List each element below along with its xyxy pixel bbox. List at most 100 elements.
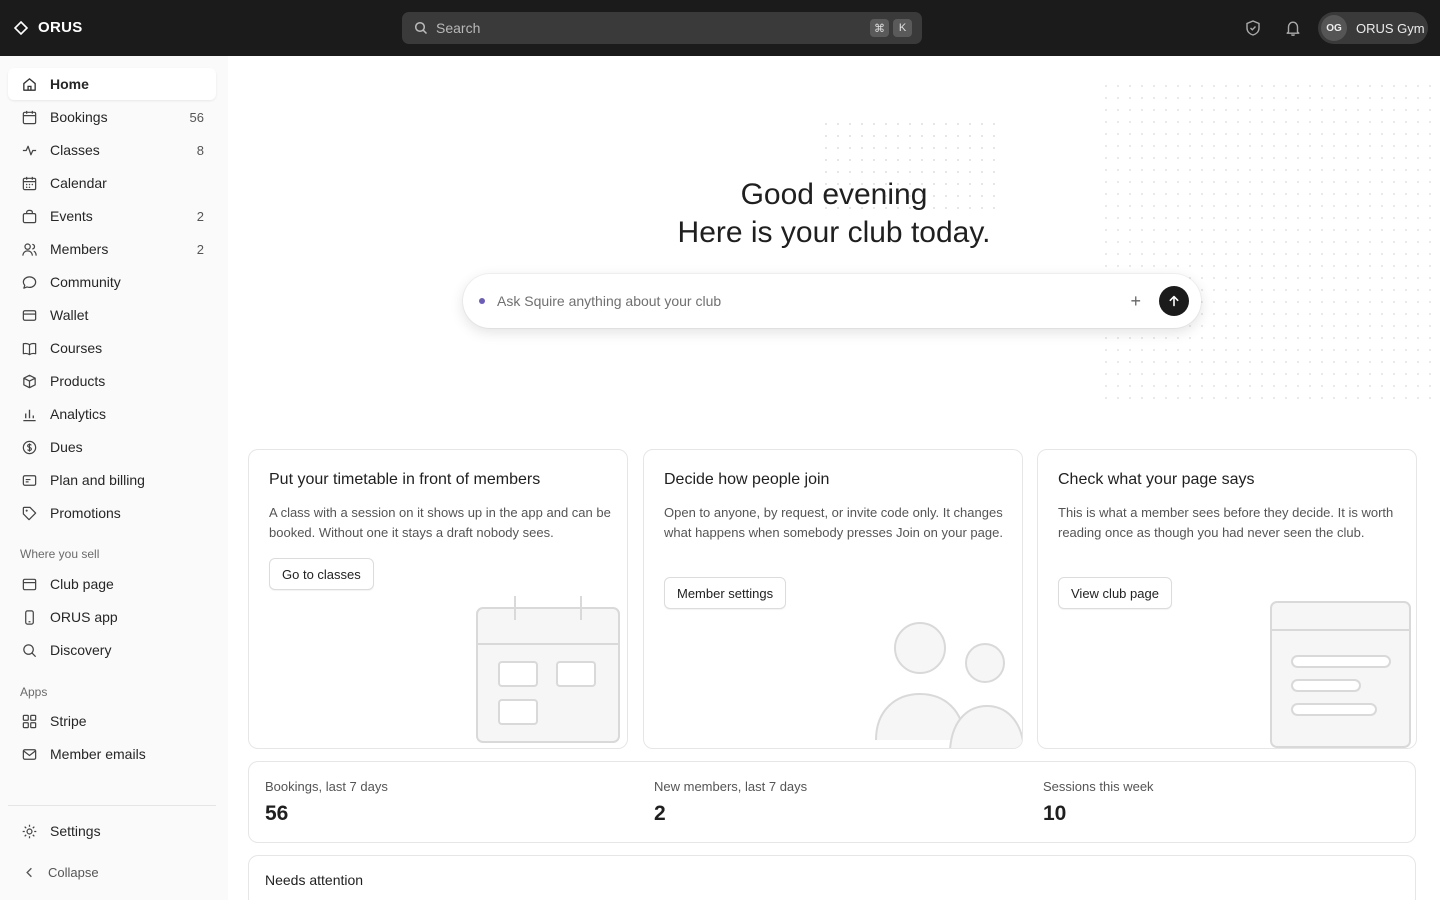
activity-icon bbox=[20, 141, 38, 159]
sidebar-item-products[interactable]: Products bbox=[8, 365, 216, 397]
stat-value: 10 bbox=[1043, 802, 1067, 825]
box-icon bbox=[20, 372, 38, 390]
sidebar-item-label: Events bbox=[50, 208, 93, 224]
sidebar-item-label: Courses bbox=[50, 340, 103, 356]
sidebar-item-plan-and-billing[interactable]: Plan and billing bbox=[8, 464, 216, 496]
sidebar-item-bookings[interactable]: Bookings 56 bbox=[8, 101, 216, 133]
stat-label: Bookings, last 7 days bbox=[265, 779, 388, 794]
sidebar-item-count: 56 bbox=[189, 109, 204, 125]
sidebar-item-label: Club page bbox=[50, 576, 114, 592]
stat-value: 56 bbox=[265, 802, 289, 825]
sidebar-item-wallet[interactable]: Wallet bbox=[8, 299, 216, 331]
sidebar-item-label: ORUS app bbox=[50, 609, 118, 625]
card-description: This is what a member sees before they d… bbox=[1058, 505, 1394, 540]
browser-icon bbox=[20, 575, 38, 593]
shortcut-key-k: K bbox=[893, 19, 912, 37]
sidebar-item-home[interactable]: Home bbox=[8, 68, 216, 100]
collapse-button[interactable]: Collapse bbox=[8, 856, 216, 888]
search-input[interactable]: Search ⌘ K bbox=[402, 12, 922, 44]
sidebar-item-label: Member emails bbox=[50, 746, 146, 762]
sidebar-item-label: Discovery bbox=[50, 642, 112, 658]
view-club-page-button[interactable]: View club page bbox=[1058, 577, 1172, 609]
sidebar-item-label: Community bbox=[50, 274, 121, 290]
chevron-left-icon bbox=[20, 863, 38, 881]
sidebar-divider bbox=[8, 805, 216, 806]
sidebar-item-label: Bookings bbox=[50, 109, 108, 125]
needs-attention-panel: Needs attention bbox=[248, 855, 1416, 900]
sidebar-item-count: 2 bbox=[196, 241, 204, 257]
go-to-classes-button[interactable]: Go to classes bbox=[269, 558, 374, 590]
sidebar-item-club-page[interactable]: Club page bbox=[8, 568, 216, 600]
sidebar-item-count: 8 bbox=[196, 142, 204, 158]
sidebar-item-label: Home bbox=[50, 76, 89, 92]
account-menu[interactable]: OG ORUS Gym bbox=[1318, 12, 1428, 44]
sidebar-item-label: Products bbox=[50, 373, 106, 389]
sidebar-item-label: Analytics bbox=[50, 406, 107, 422]
stat-bookings: Bookings, last 7 days 56 bbox=[265, 779, 388, 826]
sidebar-item-orus-app[interactable]: ORUS app bbox=[8, 601, 216, 633]
sidebar-item-discovery[interactable]: Discovery bbox=[8, 634, 216, 666]
section-label-apps: Apps bbox=[20, 685, 48, 699]
bar-chart-icon bbox=[20, 405, 38, 423]
sidebar-item-label: Stripe bbox=[50, 713, 87, 729]
greeting-line-1: Good evening bbox=[740, 178, 928, 211]
stat-label: New members, last 7 days bbox=[654, 779, 808, 794]
ask-squire-input[interactable]: Ask Squire anything about your club + bbox=[463, 274, 1201, 328]
send-button[interactable] bbox=[1159, 286, 1189, 316]
account-name: ORUS Gym bbox=[1356, 20, 1425, 36]
sidebar-item-courses[interactable]: Courses bbox=[8, 332, 216, 364]
bell-icon[interactable] bbox=[1284, 19, 1302, 37]
tag-icon bbox=[20, 504, 38, 522]
sidebar-item-label: Classes bbox=[50, 142, 100, 158]
greeting: Good evening Here is your club today. bbox=[228, 176, 1440, 252]
sidebar-item-promotions[interactable]: Promotions bbox=[8, 497, 216, 529]
billing-icon bbox=[20, 471, 38, 489]
users-icon bbox=[20, 240, 38, 258]
card-description: Open to anyone, by request, or invite co… bbox=[664, 505, 1003, 540]
chat-icon bbox=[20, 273, 38, 291]
home-icon bbox=[20, 75, 38, 93]
sidebar-item-community[interactable]: Community bbox=[8, 266, 216, 298]
stat-new-members: New members, last 7 days 2 bbox=[654, 779, 807, 826]
diamond-icon bbox=[14, 20, 28, 35]
sidebar: Home Bookings 56 Classes 8 Calendar Even… bbox=[0, 56, 228, 900]
sidebar-item-calendar[interactable]: Calendar bbox=[8, 167, 216, 199]
sidebar-item-label: Settings bbox=[50, 823, 101, 839]
sidebar-item-classes[interactable]: Classes 8 bbox=[8, 134, 216, 166]
member-settings-button[interactable]: Member settings bbox=[664, 577, 787, 609]
sidebar-item-dues[interactable]: Dues bbox=[8, 431, 216, 463]
sidebar-item-events[interactable]: Events 2 bbox=[8, 200, 216, 232]
sidebar-item-label: Members bbox=[50, 241, 109, 257]
dollar-icon bbox=[20, 438, 38, 456]
sidebar-item-label: Wallet bbox=[50, 307, 89, 323]
people-illustration bbox=[875, 622, 1022, 748]
card-title: Put your timetable in front of members bbox=[269, 471, 541, 488]
card-description: A class with a session on it shows up in… bbox=[269, 505, 611, 540]
top-bar: ORUS Search ⌘ K OG ORUS Gym bbox=[0, 0, 1440, 56]
sidebar-item-analytics[interactable]: Analytics bbox=[8, 398, 216, 430]
calendar-grid-icon bbox=[20, 174, 38, 192]
avatar: OG bbox=[1321, 15, 1347, 41]
stat-value: 2 bbox=[654, 802, 666, 825]
sidebar-item-member-emails[interactable]: Member emails bbox=[8, 738, 216, 770]
sidebar-item-members[interactable]: Members 2 bbox=[8, 233, 216, 265]
stat-sessions: Sessions this week 10 bbox=[1043, 779, 1154, 826]
card-club-page: Check what your page says This is what a… bbox=[1037, 449, 1417, 749]
sidebar-item-stripe[interactable]: Stripe bbox=[8, 705, 216, 737]
sidebar-item-label: Calendar bbox=[50, 175, 107, 191]
bag-icon bbox=[20, 207, 38, 225]
sidebar-item-label: Dues bbox=[50, 439, 83, 455]
shield-icon[interactable] bbox=[1244, 19, 1262, 37]
app-logo[interactable]: ORUS bbox=[14, 19, 83, 36]
sidebar-item-count: 2 bbox=[196, 208, 204, 224]
app-name: ORUS bbox=[38, 19, 83, 36]
gear-icon bbox=[20, 822, 38, 840]
sidebar-item-label: Promotions bbox=[50, 505, 121, 521]
calendar-illustration bbox=[476, 596, 620, 743]
search-icon bbox=[414, 21, 428, 35]
plus-icon[interactable]: + bbox=[1130, 291, 1141, 312]
calendar-icon bbox=[20, 108, 38, 126]
collapse-label: Collapse bbox=[48, 864, 99, 880]
sidebar-item-settings[interactable]: Settings bbox=[8, 815, 216, 847]
search-placeholder: Search bbox=[436, 20, 481, 36]
